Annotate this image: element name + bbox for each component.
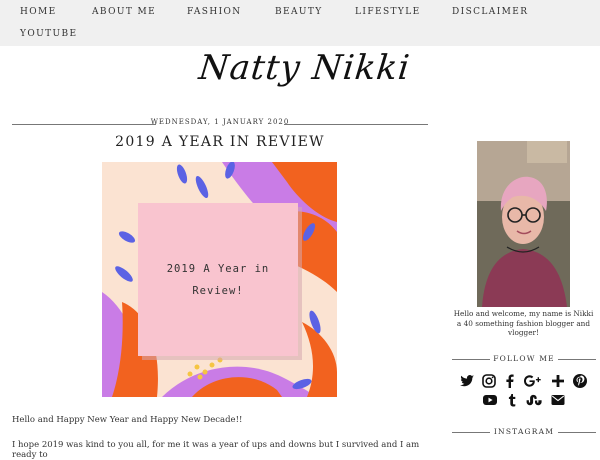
post-date: WEDNESDAY, 1 JANUARY 2020: [150, 118, 290, 126]
bloglovin-icon[interactable]: [550, 373, 566, 389]
instagram-icon[interactable]: [481, 373, 497, 389]
facebook-icon[interactable]: [502, 373, 518, 389]
site-header: Natty Nikki: [0, 48, 600, 98]
profile-photo-artwork: [477, 141, 570, 307]
twitter-icon[interactable]: [459, 373, 475, 389]
about-text: Hello and welcome, my name is Nikki a 40…: [453, 309, 594, 337]
post-paragraph: Hello and Happy New Year and Happy New D…: [12, 415, 243, 425]
post-paragraph: I hope 2019 was kind to you all, for me …: [12, 440, 420, 460]
email-icon[interactable]: [550, 392, 566, 408]
blog-post: WEDNESDAY, 1 JANUARY 2020 2019 A YEAR IN…: [12, 118, 428, 150]
nav-disclaimer[interactable]: DISCLAIMER: [452, 7, 528, 17]
hero-caption-line: 2019 A Year in: [166, 263, 270, 275]
instagram-title: INSTAGRAM: [493, 427, 555, 436]
stumbleupon-icon[interactable]: [524, 392, 544, 408]
profile-photo: [477, 141, 570, 307]
hero-caption: 2019 A Year in Review!: [138, 258, 298, 302]
youtube-icon[interactable]: [482, 392, 498, 408]
instagram-header: INSTAGRAM: [452, 426, 596, 438]
nav-home[interactable]: HOME: [20, 7, 57, 17]
nav-beauty[interactable]: BEAUTY: [275, 7, 323, 17]
post-hero-image[interactable]: 2019 A Year in Review!: [102, 162, 337, 397]
follow-me-title: FOLLOW ME: [493, 354, 555, 363]
nav-fashion[interactable]: FASHION: [187, 7, 242, 17]
tumblr-icon[interactable]: [504, 392, 520, 408]
site-logo[interactable]: Natty Nikki: [197, 48, 412, 88]
nav-about-me[interactable]: ABOUT ME: [92, 7, 156, 17]
post-title[interactable]: 2019 A YEAR IN REVIEW: [12, 134, 428, 150]
nav-lifestyle[interactable]: LIFESTYLE: [355, 7, 421, 17]
nav-youtube[interactable]: YOUTUBE: [20, 29, 77, 39]
top-navigation: HOME ABOUT ME FASHION BEAUTY LIFESTYLE D…: [0, 0, 600, 46]
post-date-row: WEDNESDAY, 1 JANUARY 2020: [12, 118, 428, 130]
google-plus-icon[interactable]: [523, 373, 543, 389]
hero-caption-line: Review!: [192, 285, 244, 297]
pinterest-icon[interactable]: [572, 373, 588, 389]
follow-me-header: FOLLOW ME: [452, 353, 596, 365]
